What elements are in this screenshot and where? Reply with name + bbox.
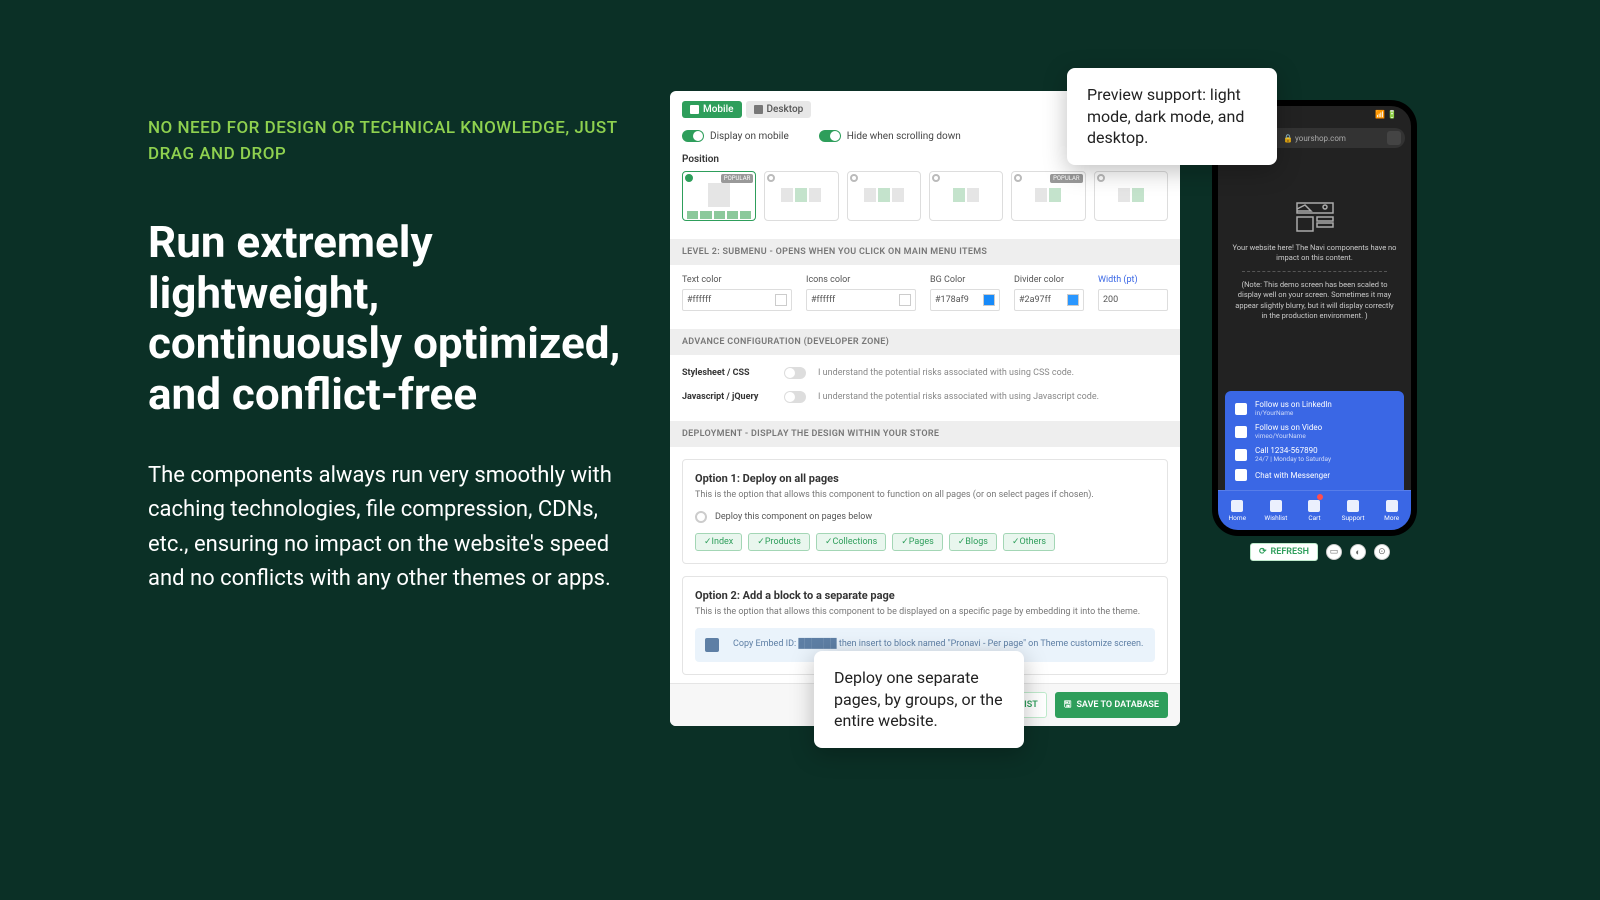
refresh-button[interactable]: ⟳REFRESH	[1250, 543, 1318, 561]
tab-icon	[1386, 500, 1398, 512]
opt1-title: Option 1: Deploy on all pages	[695, 472, 1155, 485]
page-chips: ✓Index ✓Products ✓Collections ✓Pages ✓Blogs ✓…	[695, 533, 1155, 551]
bottom-tabbar: HomeWishlistCartSupportMore	[1218, 490, 1411, 530]
tab-mobile[interactable]: Mobile	[682, 101, 742, 118]
tab-icon	[1308, 500, 1320, 512]
social-icon	[1235, 403, 1247, 415]
callout-preview: Preview support: light mode, dark mode, …	[1067, 68, 1277, 165]
opt2-title: Option 2: Add a block to a separate page	[695, 589, 1155, 602]
toggle-js[interactable]: Javascript / jQueryI understand the pote…	[682, 391, 1168, 403]
position-options: POPULAR POPULAR	[682, 171, 1168, 221]
tab-icon	[1270, 500, 1282, 512]
field-text-color: Text color#ffffff	[682, 275, 792, 311]
headline: Run extremely lightweight, continuously …	[148, 217, 628, 419]
tab-desktop[interactable]: Desktop	[746, 101, 812, 118]
page-chip[interactable]: ✓Products	[748, 533, 810, 551]
toggle-css[interactable]: Stylesheet / CSSI understand the potenti…	[682, 367, 1168, 379]
lock-icon: 🔒	[1283, 134, 1293, 143]
battery-icon: 📶 🔋	[1375, 110, 1397, 119]
mobile-icon	[690, 105, 699, 114]
page-chip[interactable]: ✓Index	[695, 533, 742, 551]
settings-panel: Mobile Desktop Display on mobile Hide wh…	[670, 91, 1180, 726]
page-chip[interactable]: ✓Others	[1003, 533, 1055, 551]
position-option-1[interactable]: POPULAR	[682, 171, 756, 221]
clipboard-icon	[705, 638, 719, 652]
social-icon	[1235, 426, 1247, 438]
position-option-5[interactable]: POPULAR	[1011, 171, 1085, 221]
deploy-option-1: Option 1: Deploy on all pages This is th…	[682, 459, 1168, 564]
field-bg-color: BG Color#178af9	[930, 275, 1000, 311]
tab-icon	[1231, 500, 1243, 512]
social-item[interactable]: Call 1234-56789024/7 | Monday to Saturda…	[1231, 443, 1398, 466]
preview-placeholder: Your website here! The Navi components h…	[1232, 201, 1397, 321]
tabbar-item[interactable]: More	[1372, 491, 1411, 530]
refresh-icon: ⟳	[1259, 547, 1267, 557]
tabbar-item[interactable]: Support	[1334, 491, 1373, 530]
wireframe-icon	[1295, 201, 1335, 233]
phone-preview: ••ıl📶 🔋 🔒 yourshop.com Your website here…	[1212, 100, 1417, 536]
page-chip[interactable]: ✓Collections	[816, 533, 886, 551]
preview-desktop-icon[interactable]: ▭	[1326, 544, 1342, 560]
desktop-icon	[754, 105, 763, 114]
preview-theme-icon[interactable]: ◐	[1350, 544, 1366, 560]
opt1-desc: This is the option that allows this comp…	[695, 489, 1155, 501]
body-copy: The components always run very smoothly …	[148, 459, 628, 595]
social-item[interactable]: Chat with Messenger	[1231, 466, 1398, 484]
opt2-desc: This is the option that allows this comp…	[695, 606, 1155, 618]
field-icons-color: Icons color#ffffff	[806, 275, 916, 311]
page-chip[interactable]: ✓Pages	[892, 533, 943, 551]
preview-controls: ⟳REFRESH ▭ ◐ ⊙	[1250, 543, 1390, 561]
field-divider-color: Divider color#2a97ff	[1014, 275, 1084, 311]
save-icon: 🖫	[1064, 697, 1072, 713]
social-icon	[1235, 469, 1247, 481]
tabbar-item[interactable]: Home	[1218, 491, 1257, 530]
opt1-checkbox-row[interactable]: Deploy this component on pages below	[695, 511, 1155, 523]
toggle-display-mobile[interactable]: Display on mobile	[682, 130, 789, 142]
page-chip[interactable]: ✓Blogs	[949, 533, 997, 551]
section-advance: ADVANCE CONFIGURATION (DEVELOPER ZONE)	[670, 329, 1180, 355]
section-level2: LEVEL 2: SUBMENU - OPENS WHEN YOU CLICK …	[670, 239, 1180, 265]
preview-settings-icon[interactable]: ⊙	[1374, 544, 1390, 560]
tabbar-item[interactable]: Cart	[1295, 491, 1334, 530]
tab-icon	[1347, 500, 1359, 512]
share-icon	[1387, 131, 1401, 145]
eyebrow: NO NEED FOR DESIGN OR TECHNICAL KNOWLEDG…	[148, 116, 628, 167]
badge-icon	[1317, 494, 1323, 500]
social-item[interactable]: Follow us on LinkedInin/YourName	[1231, 397, 1398, 420]
section-deploy: DEPLOYMENT - DISPLAY THE DESIGN WITHIN Y…	[670, 421, 1180, 447]
position-option-6[interactable]	[1094, 171, 1168, 221]
position-option-2[interactable]	[764, 171, 838, 221]
tabbar-item[interactable]: Wishlist	[1257, 491, 1296, 530]
position-option-4[interactable]	[929, 171, 1003, 221]
field-width: Width (pt)200	[1098, 275, 1168, 311]
social-icon	[1235, 449, 1247, 461]
save-to-database-button[interactable]: 🖫SAVE TO DATABASE	[1055, 692, 1168, 718]
callout-deploy: Deploy one separate pages, by groups, or…	[814, 651, 1024, 748]
social-item[interactable]: Follow us on Videovimeo/YourName	[1231, 420, 1398, 443]
radio-icon	[695, 511, 707, 523]
marketing-copy: NO NEED FOR DESIGN OR TECHNICAL KNOWLEDG…	[148, 116, 628, 596]
position-option-3[interactable]	[847, 171, 921, 221]
social-links: Follow us on LinkedInin/YourNameFollow u…	[1225, 391, 1404, 490]
toggle-hide-on-scroll[interactable]: Hide when scrolling down	[819, 130, 961, 142]
